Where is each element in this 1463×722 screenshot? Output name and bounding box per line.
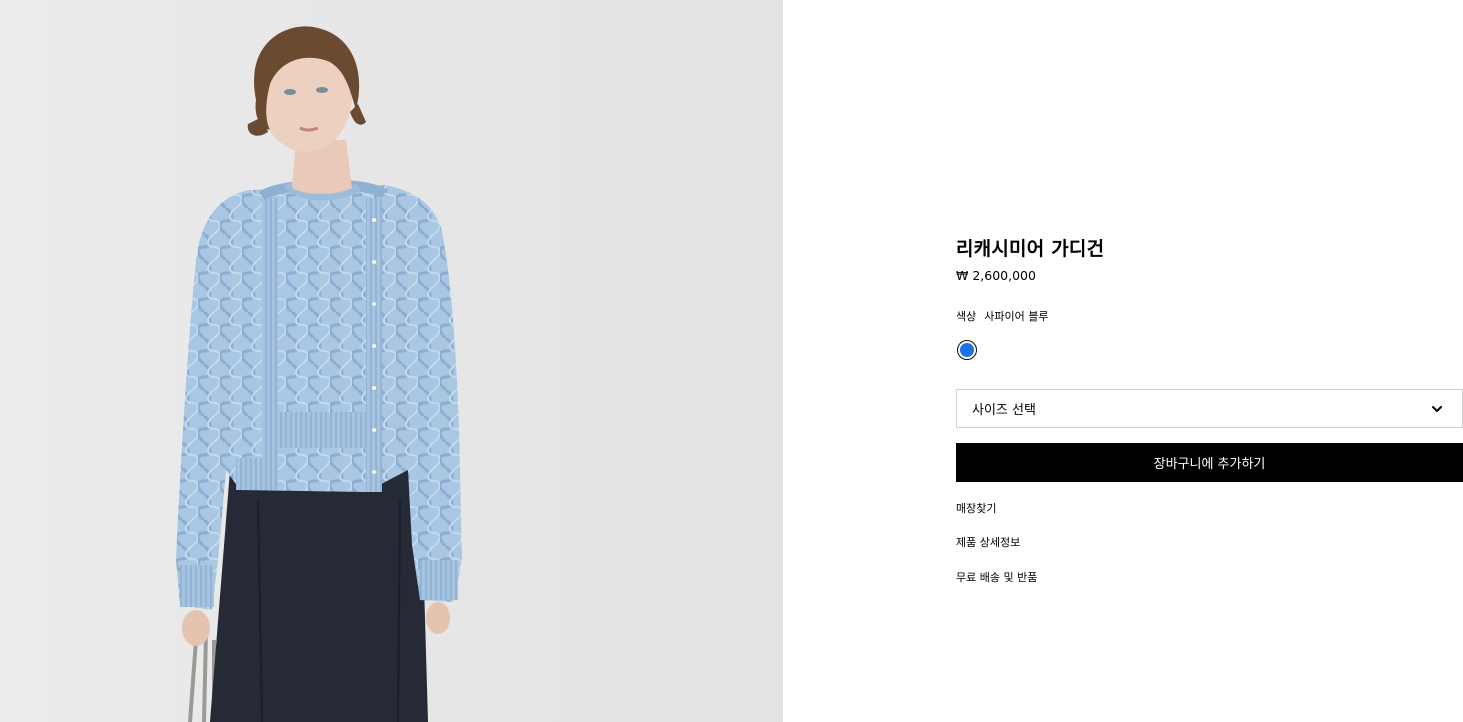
add-to-cart-button[interactable]: 장바구니에 추가하기 (956, 443, 1463, 482)
product-info-panel: 리캐시미어 가디건 ₩ 2,600,000 색상 사파이어 블루 사이즈 선택 … (956, 0, 1463, 722)
chevron-down-icon (1432, 405, 1442, 412)
size-select-label: 사이즈 선택 (972, 403, 1036, 418)
shipping-returns-link[interactable]: 무료 배송 및 반품 (956, 569, 1037, 585)
model-illustration (176, 26, 462, 722)
color-value: 사파이어 블루 (984, 310, 1049, 323)
product-price: ₩ 2,600,000 (956, 268, 1036, 283)
swatch-dot (960, 343, 974, 357)
color-label: 색상 (956, 310, 977, 323)
color-swatch-sapphire-blue[interactable] (957, 340, 977, 360)
store-locator-link[interactable]: 매장찾기 (956, 500, 996, 516)
color-row: 색상 사파이어 블루 (956, 308, 1048, 324)
size-select-dropdown[interactable]: 사이즈 선택 (956, 389, 1463, 428)
product-details-link[interactable]: 제품 상세정보 (956, 534, 1020, 550)
product-image[interactable] (0, 0, 783, 722)
product-title: 리캐시미어 가디건 (956, 238, 1105, 260)
